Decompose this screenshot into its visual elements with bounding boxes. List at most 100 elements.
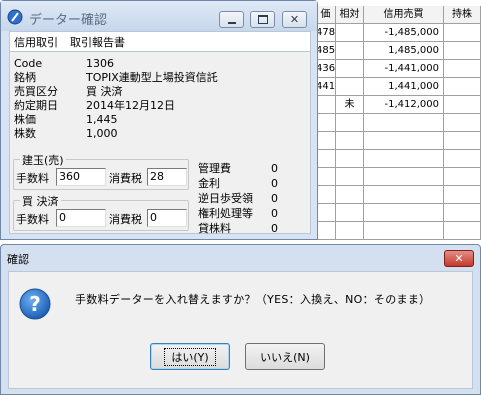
window-title: データー確認 [29, 13, 108, 28]
table-cell[interactable]: 436 [316, 60, 336, 78]
table-cell[interactable] [364, 132, 444, 150]
close-tax-input[interactable]: 0 [147, 209, 187, 227]
table-cell[interactable] [444, 186, 481, 204]
open-fee-input[interactable]: 360 [56, 168, 106, 186]
table-cell[interactable] [444, 132, 481, 150]
table-cell[interactable] [336, 24, 364, 42]
menu-bar: 信用取引 取引報告書 [9, 31, 311, 52]
column-header[interactable]: 相対 [336, 6, 364, 24]
table-cell[interactable] [316, 186, 336, 204]
table-cell[interactable] [336, 186, 364, 204]
title-bar[interactable]: データー確認 ✕ [1, 1, 317, 31]
table-cell[interactable] [316, 204, 336, 222]
maximize-button[interactable] [250, 11, 275, 28]
table-cell[interactable] [444, 96, 481, 114]
close-fee-label: 手数料 [16, 213, 49, 226]
table-cell[interactable] [336, 78, 364, 96]
table-cell[interactable]: 1,441,000 [364, 78, 444, 96]
table-cell[interactable] [316, 114, 336, 132]
table-cell[interactable]: 441 [316, 78, 336, 96]
minimize-button[interactable] [219, 11, 244, 28]
svg-text:?: ? [29, 292, 41, 316]
table-cell[interactable] [444, 78, 481, 96]
table-cell[interactable] [444, 60, 481, 78]
table-cell[interactable] [336, 42, 364, 60]
table-cell[interactable] [364, 150, 444, 168]
table-cell[interactable] [316, 150, 336, 168]
info-row-date: 約定期日 2014年12月12日 [14, 99, 175, 112]
fee-row-management: 管理費 0 [198, 162, 278, 175]
table-cell[interactable] [364, 222, 444, 240]
dialog-body: ? 手数料データーを入れ替えますか？（YES：入換え、NO：そのまま） はい(Y… [8, 271, 473, 389]
table-cell[interactable] [444, 24, 481, 42]
info-row-issue: 銘柄 TOPIX連動型上場投資信託 [14, 71, 218, 84]
yes-button-label: はい(Y) [164, 347, 216, 366]
column-header[interactable]: 信用売買 [364, 6, 444, 24]
fee-row-lending: 貸株料 0 [198, 222, 278, 235]
info-row-shares: 株数 1,000 [14, 127, 118, 140]
fee-row-interest: 金利 0 [198, 177, 278, 190]
open-group-title: 建玉(売) [20, 152, 66, 168]
table-cell[interactable]: -1,412,000 [364, 96, 444, 114]
data-confirm-window: データー確認 ✕ 信用取引 取引報告書 Code 1306 銘柄 TOPIX連動型上… [0, 0, 318, 240]
open-tax-input[interactable]: 28 [147, 168, 187, 186]
table-cell[interactable] [316, 168, 336, 186]
table-cell[interactable] [336, 132, 364, 150]
close-position-group: 買 決済 手数料 0 消費税 0 [13, 193, 189, 231]
table-cell[interactable]: 未 [336, 96, 364, 114]
table-cell[interactable]: 1,485,000 [364, 42, 444, 60]
detail-panel: Code 1306 銘柄 TOPIX連動型上場投資信託 売買区分買 決済 約定期日 2… [9, 52, 311, 235]
confirm-dialog: 確認 ✕ ? 手数料データーを入れ替えますか？（YES：入換え、NO：そのまま）… [0, 244, 481, 395]
open-tax-label: 消費税 [109, 172, 142, 185]
maximize-icon [257, 15, 268, 24]
fee-row-reverse-fee: 逆日歩受領 0 [198, 192, 278, 205]
no-button-label: いいえ(N) [260, 350, 310, 364]
close-group-title: 買 決済 [20, 193, 61, 209]
table-cell[interactable] [336, 204, 364, 222]
dialog-message: 手数料データーを入れ替えますか？（YES：入換え、NO：そのまま） [75, 293, 431, 306]
table-cell[interactable] [444, 204, 481, 222]
close-tax-label: 消費税 [109, 213, 142, 226]
close-fee-input[interactable]: 0 [56, 209, 106, 227]
dialog-title: 確認 [7, 253, 29, 266]
table-cell[interactable] [364, 204, 444, 222]
close-icon: ✕ [454, 252, 464, 265]
question-icon: ? [19, 288, 51, 320]
table-cell[interactable] [444, 42, 481, 60]
table-cell[interactable] [316, 222, 336, 240]
table-cell[interactable] [444, 168, 481, 186]
close-button[interactable]: ✕ [282, 11, 307, 28]
table-cell[interactable] [364, 186, 444, 204]
app-icon [7, 9, 23, 25]
table-cell[interactable] [336, 114, 364, 132]
open-position-group: 建玉(売) 手数料 360 消費税 28 [13, 152, 189, 190]
table-cell[interactable]: 478 [316, 24, 336, 42]
table-cell[interactable] [336, 60, 364, 78]
table-cell[interactable]: -1,485,000 [364, 24, 444, 42]
table-cell[interactable] [364, 114, 444, 132]
info-row-trade-type: 売買区分買 決済 [14, 85, 123, 98]
fee-row-rights: 権利処理等 0 [198, 207, 278, 220]
table-cell[interactable]: 485 [316, 42, 336, 60]
info-row-code: Code 1306 [14, 57, 114, 70]
table-cell[interactable] [336, 150, 364, 168]
table-cell[interactable] [444, 222, 481, 240]
table-cell[interactable] [364, 168, 444, 186]
menu-item-report[interactable]: 取引報告書 [70, 34, 125, 50]
minimize-icon [227, 21, 236, 24]
table-cell[interactable] [316, 132, 336, 150]
menu-item-credit[interactable]: 信用取引 [14, 34, 58, 50]
table-cell[interactable] [444, 114, 481, 132]
table-cell[interactable] [336, 168, 364, 186]
table-cell[interactable] [444, 150, 481, 168]
no-button[interactable]: いいえ(N) [245, 343, 325, 370]
dialog-close-button[interactable]: ✕ [444, 250, 474, 267]
column-header[interactable]: 持株 [444, 6, 481, 24]
open-fee-label: 手数料 [16, 172, 49, 185]
column-header[interactable]: 価 [316, 6, 336, 24]
table-cell[interactable]: -1,441,000 [364, 60, 444, 78]
table-cell[interactable] [316, 96, 336, 114]
yes-button[interactable]: はい(Y) [150, 343, 230, 370]
info-row-price: 株価 1,445 [14, 113, 118, 126]
table-cell[interactable] [336, 222, 364, 240]
